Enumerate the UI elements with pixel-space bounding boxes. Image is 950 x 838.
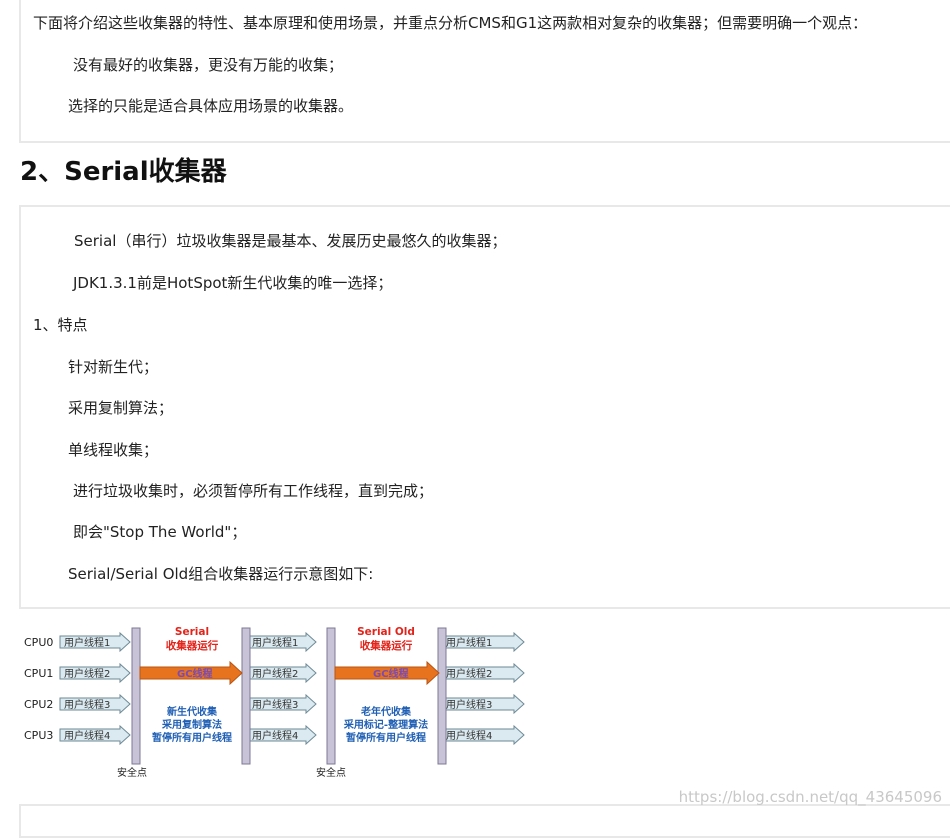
thread-arrow-a-0-label: 用户线程1	[64, 636, 110, 649]
safepoint-label-2: 安全点	[316, 766, 346, 779]
feature-item-1: 针对新生代；	[68, 358, 159, 376]
thread-arrow-a-1-label: 用户线程2	[64, 667, 110, 680]
feature-item-4: 进行垃圾收集时，必须暂停所有工作线程，直到完成；	[73, 482, 434, 500]
serial-phase-desc-0: 新生代收集	[167, 705, 218, 718]
serial-phase-title-2: 收集器运行	[166, 639, 219, 652]
serial-phase-desc-2: 暂停所有用户线程	[152, 731, 232, 744]
serial-old-phase-title-2: 收集器运行	[360, 639, 413, 652]
thread-arrow-c-2-label: 用户线程3	[446, 698, 492, 711]
gc-arrow-serial-label: GC线程	[177, 667, 213, 680]
feature-item-3: 单线程收集；	[68, 441, 159, 459]
serial-collector-diagram: CPU0 CPU1 CPU2 CPU3 用户线程1 用户线程1 用户线程1 用户线程2 用户线…	[24, 626, 525, 779]
thread-arrow-b-3-label: 用户线程4	[252, 729, 298, 742]
serial-old-phase-desc-2: 暂停所有用户线程	[346, 731, 426, 744]
watermark: https://blog.csdn.net/qq_43645096	[678, 788, 942, 806]
serial-old-phase-desc-1: 采用标记-整理算法	[343, 718, 428, 731]
features-heading: 1、特点	[33, 316, 88, 334]
cpu-label-1: CPU1	[24, 667, 53, 680]
cpu-label-0: CPU0	[24, 636, 53, 649]
thread-arrow-b-1-label: 用户线程2	[252, 667, 298, 680]
intro-line-1: 下面将介绍这些收集器的特性、基本原理和使用场景，并重点分析CMS和G1这两款相对…	[33, 14, 868, 32]
safepoint-bar-0	[131, 627, 141, 765]
diagram-caption: Serial/Serial Old组合收集器运行示意图如下:	[68, 565, 374, 583]
next-blockquote	[19, 804, 950, 838]
intro-line-2: 没有最好的收集器，更没有万能的收集；	[73, 56, 344, 74]
safepoint-bar-3	[437, 627, 447, 765]
thread-arrow-b-2-label: 用户线程3	[252, 698, 298, 711]
safepoint-bar-1	[241, 627, 251, 765]
thread-arrow-c-1-label: 用户线程2	[446, 667, 492, 680]
feature-item-2: 采用复制算法；	[68, 399, 174, 417]
thread-arrow-c-0-label: 用户线程1	[446, 636, 492, 649]
cpu-label-3: CPU3	[24, 729, 53, 742]
thread-arrow-a-2-label: 用户线程3	[64, 698, 110, 711]
intro-line-3: 选择的只能是适合具体应用场景的收集器。	[68, 97, 354, 115]
thread-arrow-b-0-label: 用户线程1	[252, 636, 298, 649]
safepoint-bar-2	[326, 627, 336, 765]
thread-arrow-a-3-label: 用户线程4	[64, 729, 110, 742]
serial-line-2: JDK1.3.1前是HotSpot新生代收集的唯一选择；	[73, 274, 393, 292]
serial-old-phase-desc-0: 老年代收集	[360, 705, 412, 718]
section-heading: 2、Serial收集器	[20, 157, 227, 187]
safepoint-label-1: 安全点	[117, 766, 147, 779]
serial-line-1: Serial（串行）垃圾收集器是最基本、发展历史最悠久的收集器；	[74, 232, 507, 250]
serial-phase-title-1: Serial	[175, 626, 209, 638]
gc-arrow-serial-old-label: GC线程	[373, 667, 409, 680]
feature-item-5: 即会"Stop The World"；	[73, 523, 247, 541]
serial-phase-desc-1: 采用复制算法	[161, 718, 222, 731]
cpu-label-2: CPU2	[24, 698, 53, 711]
serial-old-phase-title-1: Serial Old	[357, 626, 415, 638]
thread-arrow-c-3-label: 用户线程4	[446, 729, 492, 742]
